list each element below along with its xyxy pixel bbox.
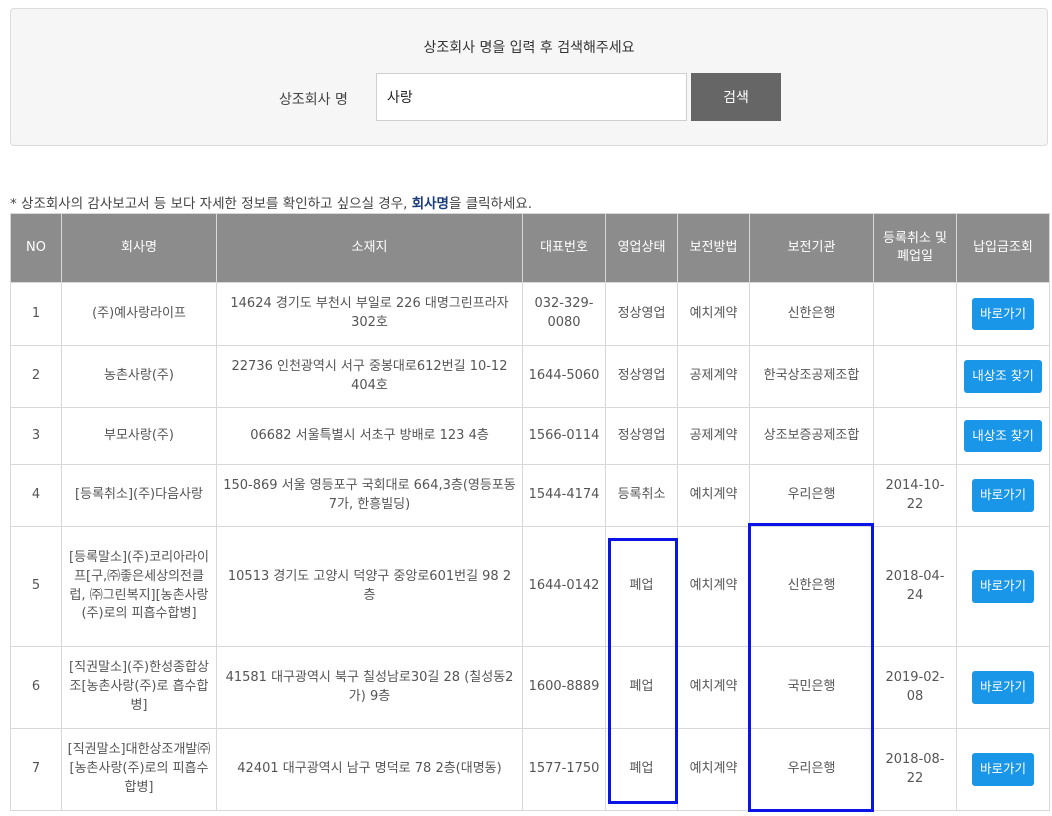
go-button[interactable]: 바로가기 <box>971 297 1034 331</box>
header-status: 영업상태 <box>605 213 678 283</box>
row-institution: 한국상조공제조합 <box>749 345 874 408</box>
row-status: 등록취소 <box>605 464 678 527</box>
row-no: 1 <box>10 282 62 346</box>
row-institution: 우리은행 <box>749 464 874 527</box>
table-row: 6 [직권말소](주)한성종합상조[농촌사랑(주)로 흡수합병] 41581 대… <box>10 646 1050 729</box>
row-phone: 1544-4174 <box>522 464 606 527</box>
row-address: 10513 경기도 고양시 덕양구 중앙로601번길 98 2층 <box>216 526 523 647</box>
row-action-cell: 바로가기 <box>956 646 1050 729</box>
row-address: 14624 경기도 부천시 부일로 226 대명그린프라자 302호 <box>216 282 523 346</box>
row-no: 4 <box>10 464 62 527</box>
row-phone: 1644-5060 <box>522 345 606 408</box>
row-address: 42401 대구광역시 남구 명덕로 78 2층(대명동) <box>216 728 523 811</box>
go-button[interactable]: 바로가기 <box>971 570 1034 603</box>
row-status: 폐업 <box>605 728 678 811</box>
table-row: 7 [직권말소]대한상조개발㈜[농촌사랑(주)로의 피흡수합병] 42401 대… <box>10 728 1050 811</box>
row-cancel-date <box>873 345 957 408</box>
header-institution: 보전기관 <box>749 213 874 283</box>
row-phone: 032-329-0080 <box>522 282 606 346</box>
row-method: 예치계약 <box>677 526 750 647</box>
company-link[interactable]: [등록말소](주)코리아라이프[구,㈜좋은세상의전클럽, ㈜그린복지][농촌사랑… <box>61 526 217 647</box>
row-no: 2 <box>10 345 62 408</box>
row-action-cell: 바로가기 <box>956 728 1050 811</box>
table-row: 5 [등록말소](주)코리아라이프[구,㈜좋은세상의전클럽, ㈜그린복지][농촌… <box>10 526 1050 647</box>
table-row: 4 [등록취소](주)다음사랑 150-869 서울 영등포구 국회대로 664… <box>10 464 1050 527</box>
table-header-row: NO 회사명 소재지 대표번호 영업상태 보전방법 보전기관 등록취소 및 폐업… <box>10 213 1050 283</box>
company-link[interactable]: [직권말소]대한상조개발㈜[농촌사랑(주)로의 피흡수합병] <box>61 728 217 811</box>
table-row: 1 (주)예사랑라이프 14624 경기도 부천시 부일로 226 대명그린프라… <box>10 282 1050 346</box>
row-no: 7 <box>10 728 62 811</box>
row-phone: 1600-8889 <box>522 646 606 729</box>
row-status: 정상영업 <box>605 345 678 408</box>
row-no: 3 <box>10 407 62 465</box>
row-status: 폐업 <box>605 526 678 647</box>
find-my-sangjo-button[interactable]: 내상조 찾기 <box>964 419 1042 453</box>
row-method: 예치계약 <box>677 646 750 729</box>
row-no: 5 <box>10 526 62 647</box>
header-payment-inquiry: 납입금조회 <box>956 213 1050 283</box>
row-address: 41581 대구광역시 북구 칠성남로30길 28 (칠성동2가) 9층 <box>216 646 523 729</box>
row-institution: 신한은행 <box>749 282 874 346</box>
company-link[interactable]: 농촌사랑(주) <box>61 345 217 408</box>
go-button[interactable]: 바로가기 <box>971 479 1034 512</box>
row-method: 예치계약 <box>677 728 750 811</box>
search-input[interactable] <box>376 73 687 121</box>
notice-emphasis: 회사명 <box>411 196 449 212</box>
header-cancel-date: 등록취소 및 폐업일 <box>873 213 957 283</box>
row-action-cell: 내상조 찾기 <box>956 345 1050 408</box>
search-button[interactable]: 검색 <box>691 73 781 121</box>
row-cancel-date: 2014-10-22 <box>873 464 957 527</box>
row-cancel-date <box>873 282 957 346</box>
header-phone: 대표번호 <box>522 213 606 283</box>
row-status: 정상영업 <box>605 407 678 465</box>
row-method: 예치계약 <box>677 282 750 346</box>
row-action-cell: 바로가기 <box>956 526 1050 647</box>
results-table: NO 회사명 소재지 대표번호 영업상태 보전방법 보전기관 등록취소 및 폐업… <box>10 213 1050 811</box>
row-cancel-date <box>873 407 957 465</box>
row-institution: 우리은행 <box>749 728 874 811</box>
row-action-cell: 바로가기 <box>956 282 1050 346</box>
row-institution: 신한은행 <box>749 526 874 647</box>
row-phone: 1577-1750 <box>522 728 606 811</box>
row-phone: 1644-0142 <box>522 526 606 647</box>
company-link[interactable]: [직권말소](주)한성종합상조[농촌사랑(주)로 흡수합병] <box>61 646 217 729</box>
row-phone: 1566-0114 <box>522 407 606 465</box>
header-company: 회사명 <box>61 213 217 283</box>
table-row: 3 부모사랑(주) 06682 서울특별시 서초구 방배로 123 4층 156… <box>10 407 1050 465</box>
row-method: 공제계약 <box>677 345 750 408</box>
row-action-cell: 바로가기 <box>956 464 1050 527</box>
header-method: 보전방법 <box>677 213 750 283</box>
row-address: 06682 서울특별시 서초구 방배로 123 4층 <box>216 407 523 465</box>
row-status: 정상영업 <box>605 282 678 346</box>
go-button[interactable]: 바로가기 <box>971 753 1034 786</box>
go-button[interactable]: 바로가기 <box>971 671 1034 704</box>
row-action-cell: 내상조 찾기 <box>956 407 1050 465</box>
search-panel: 상조회사 명을 입력 후 검색해주세요 상조회사 명 검색 <box>10 8 1048 146</box>
company-link[interactable]: (주)예사랑라이프 <box>61 282 217 346</box>
row-institution: 상조보증공제조합 <box>749 407 874 465</box>
company-link[interactable]: 부모사랑(주) <box>61 407 217 465</box>
row-method: 예치계약 <box>677 464 750 527</box>
row-address: 150-869 서울 영등포구 국회대로 664,3층(영등포동7가, 한흥빌딩… <box>216 464 523 527</box>
row-address: 22736 인천광역시 서구 중봉대로612번길 10-12 404호 <box>216 345 523 408</box>
row-status: 폐업 <box>605 646 678 729</box>
header-address: 소재지 <box>216 213 523 283</box>
row-cancel-date: 2019-02-08 <box>873 646 957 729</box>
row-institution: 국민은행 <box>749 646 874 729</box>
company-link[interactable]: [등록취소](주)다음사랑 <box>61 464 217 527</box>
row-no: 6 <box>10 646 62 729</box>
row-cancel-date: 2018-08-22 <box>873 728 957 811</box>
search-label: 상조회사 명 <box>279 92 348 108</box>
search-title: 상조회사 명을 입력 후 검색해주세요 <box>423 40 635 56</box>
table-row: 2 농촌사랑(주) 22736 인천광역시 서구 중봉대로612번길 10-12… <box>10 345 1050 408</box>
notice-text: * 상조회사의 감사보고서 등 보다 자세한 정보를 확인하고 싶으실 경우, … <box>10 196 533 212</box>
header-no: NO <box>10 213 62 283</box>
row-cancel-date: 2018-04-24 <box>873 526 957 647</box>
find-my-sangjo-button[interactable]: 내상조 찾기 <box>964 360 1042 393</box>
row-method: 공제계약 <box>677 407 750 465</box>
